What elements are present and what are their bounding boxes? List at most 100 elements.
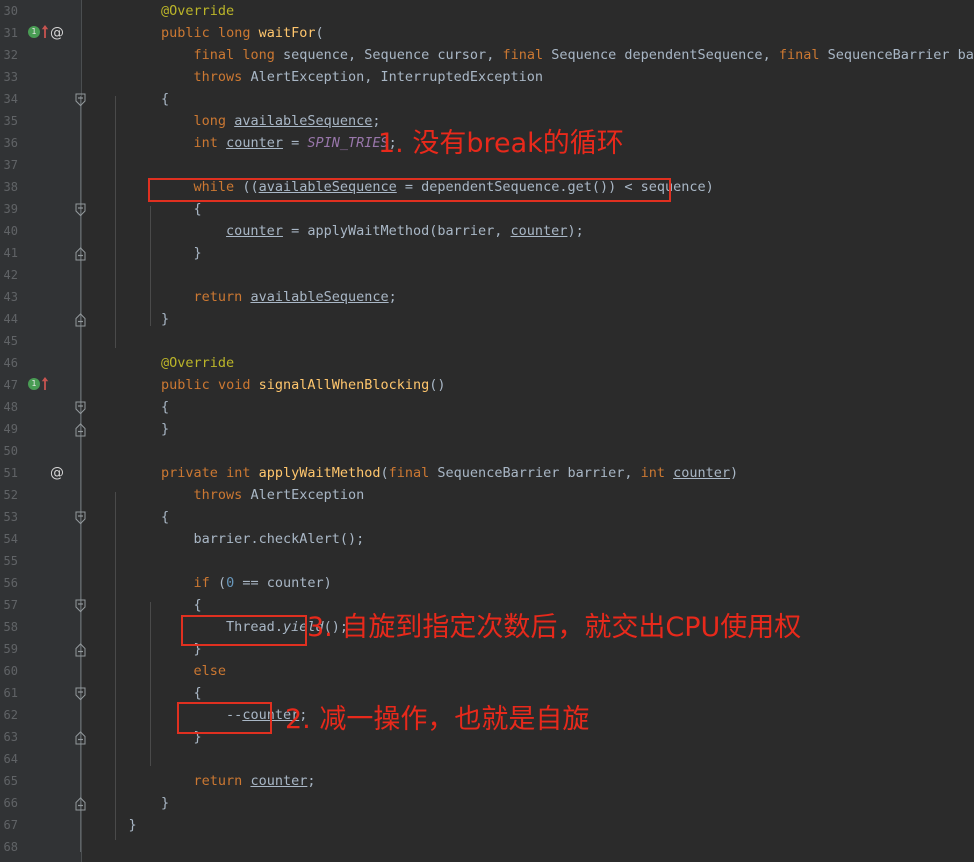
code-line[interactable]: }: [82, 242, 974, 264]
code-line[interactable]: {: [82, 88, 974, 110]
gutter-row[interactable]: 34: [0, 88, 86, 110]
gutter-row[interactable]: 63: [0, 726, 86, 748]
code-token: (): [429, 377, 446, 393]
gutter-row[interactable]: 64: [0, 748, 81, 770]
gutter-row[interactable]: 37: [0, 154, 81, 176]
gutter-row[interactable]: 30: [0, 0, 81, 22]
gutter-row[interactable]: 54: [0, 528, 81, 550]
gutter-row[interactable]: 35: [0, 110, 81, 132]
code-token: if: [193, 575, 218, 591]
code-line[interactable]: [82, 330, 974, 352]
gutter-row[interactable]: 36: [0, 132, 81, 154]
code-line[interactable]: @Override: [82, 0, 974, 22]
gutter-row[interactable]: 31 1 @: [0, 22, 81, 44]
gutter-row[interactable]: 48: [0, 396, 86, 418]
run-gutter-icon[interactable]: 1: [28, 378, 41, 391]
gutter-row[interactable]: 67: [0, 814, 81, 836]
code-line[interactable]: [82, 836, 974, 858]
code-token: }: [161, 795, 170, 811]
code-line[interactable]: [82, 550, 974, 572]
code-token: {: [193, 685, 202, 701]
gutter-row[interactable]: 47 1: [0, 374, 81, 396]
run-gutter-icon[interactable]: 1: [28, 26, 41, 39]
code-token: return: [193, 773, 251, 789]
gutter-row[interactable]: 44: [0, 308, 86, 330]
annotation-gutter-icon[interactable]: @: [50, 24, 64, 42]
code-line[interactable]: return availableSequence;: [82, 286, 974, 308]
annotation-gutter-icon[interactable]: @: [50, 464, 64, 482]
code-line[interactable]: {: [82, 198, 974, 220]
code-line[interactable]: {: [82, 682, 974, 704]
gutter-row[interactable]: 60: [0, 660, 81, 682]
line-number: 37: [3, 158, 18, 172]
code-token: counter: [673, 465, 731, 481]
code-line[interactable]: else: [82, 660, 974, 682]
gutter-row[interactable]: 50: [0, 440, 81, 462]
code-line[interactable]: public long waitFor(: [82, 22, 974, 44]
code-line[interactable]: {: [82, 506, 974, 528]
gutter-row[interactable]: 55: [0, 550, 81, 572]
gutter-row[interactable]: 68: [0, 836, 81, 858]
gutter-row[interactable]: 32: [0, 44, 81, 66]
gutter-row[interactable]: 59: [0, 638, 86, 660]
gutter-row[interactable]: 51 @: [0, 462, 81, 484]
gutter-row[interactable]: 46: [0, 352, 81, 374]
code-line[interactable]: final long sequence, Sequence cursor, fi…: [82, 44, 974, 66]
gutter-row[interactable]: 42: [0, 264, 81, 286]
line-number: 51: [3, 466, 18, 480]
gutter-row[interactable]: 57: [0, 594, 86, 616]
code-line[interactable]: public void signalAllWhenBlocking(): [82, 374, 974, 396]
gutter-row[interactable]: 65: [0, 770, 81, 792]
code-line[interactable]: }: [82, 418, 974, 440]
line-number: 34: [3, 92, 18, 106]
implementing-method-arrow-icon[interactable]: [41, 376, 49, 391]
code-line[interactable]: [82, 440, 974, 462]
gutter-row[interactable]: 61: [0, 682, 86, 704]
gutter-row[interactable]: 40: [0, 220, 81, 242]
gutter-row[interactable]: 38: [0, 176, 81, 198]
code-line[interactable]: {: [82, 396, 974, 418]
code-token: Thread.: [226, 619, 283, 635]
gutter-row[interactable]: 58: [0, 616, 81, 638]
code-line[interactable]: throws AlertException: [82, 484, 974, 506]
code-token: else: [193, 663, 227, 679]
code-token: 0: [226, 575, 235, 591]
line-number: 33: [3, 70, 18, 84]
code-token: sequence: [282, 47, 348, 63]
code-token: barrier.checkAlert();: [193, 531, 365, 547]
code-line[interactable]: }: [82, 792, 974, 814]
code-line[interactable]: [82, 748, 974, 770]
gutter-row[interactable]: 56: [0, 572, 81, 594]
gutter-row[interactable]: 53: [0, 506, 86, 528]
code-token: {: [193, 201, 202, 217]
gutter-row[interactable]: 52: [0, 484, 81, 506]
implementing-method-arrow-icon[interactable]: [41, 24, 49, 39]
code-line[interactable]: throws AlertException, InterruptedExcept…: [82, 66, 974, 88]
code-line[interactable]: barrier.checkAlert();: [82, 528, 974, 550]
code-line[interactable]: [82, 264, 974, 286]
gutter-row[interactable]: 39: [0, 198, 86, 220]
gutter-row[interactable]: 66: [0, 792, 86, 814]
gutter-row[interactable]: 43: [0, 286, 81, 308]
code-line[interactable]: counter = applyWaitMethod(barrier, count…: [82, 220, 974, 242]
code-line[interactable]: while ((availableSequence = dependentSeq…: [82, 176, 974, 198]
code-line[interactable]: private int applyWaitMethod(final Sequen…: [82, 462, 974, 484]
gutter-row[interactable]: 49: [0, 418, 86, 440]
code-line[interactable]: }: [82, 814, 974, 836]
code-line[interactable]: @Override: [82, 352, 974, 374]
gutter-row[interactable]: 62: [0, 704, 81, 726]
code-line[interactable]: }: [82, 308, 974, 330]
gutter-row[interactable]: 33: [0, 66, 81, 88]
code-token: waitFor: [258, 25, 316, 41]
line-number: 58: [3, 620, 18, 634]
code-line[interactable]: if (0 == counter): [82, 572, 974, 594]
gutter-row[interactable]: 45: [0, 330, 81, 352]
gutter-row[interactable]: 41: [0, 242, 86, 264]
code-line[interactable]: return counter;: [82, 770, 974, 792]
line-number: 55: [3, 554, 18, 568]
